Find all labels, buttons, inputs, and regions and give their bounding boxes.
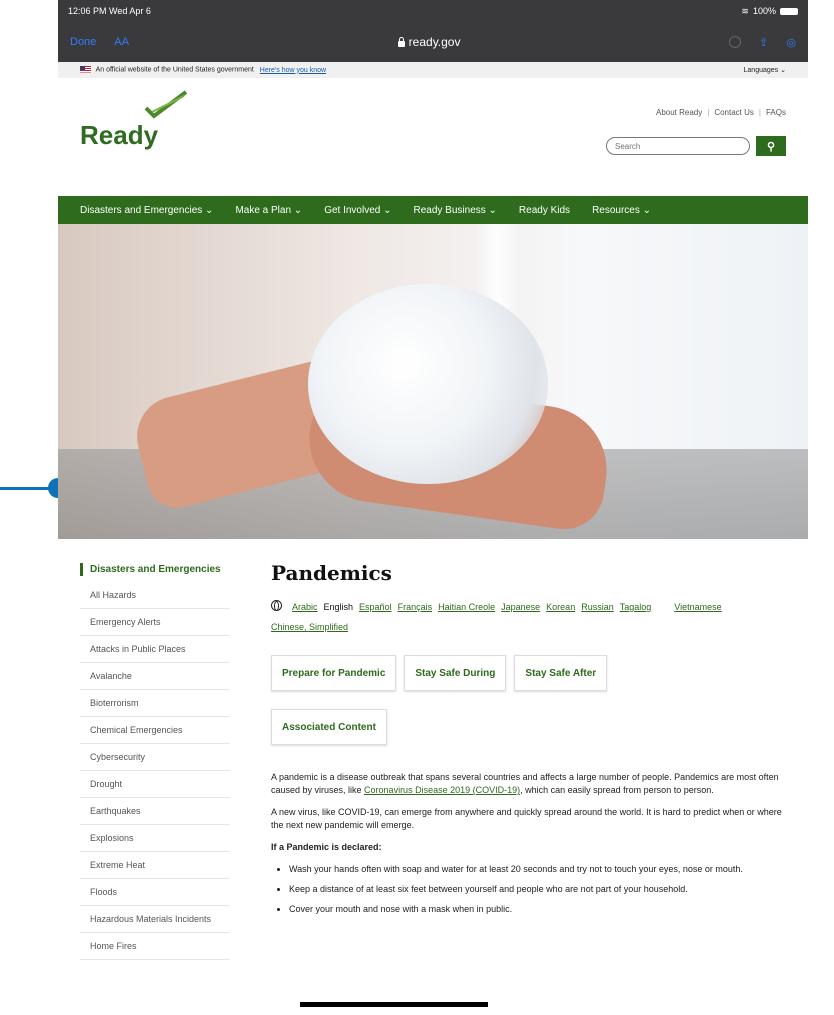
nav-resources[interactable]: Resources ⌄ bbox=[592, 205, 651, 216]
lang-japanese[interactable]: Japanese bbox=[501, 597, 540, 617]
covid-link[interactable]: Coronavirus Disease 2019 (COVID-19) bbox=[364, 785, 520, 795]
text-size-button[interactable]: AA bbox=[114, 36, 129, 48]
lang-english: English bbox=[323, 602, 354, 612]
divider: | bbox=[707, 108, 710, 117]
gov-banner-text: An official website of the United States… bbox=[95, 66, 254, 74]
lang-french[interactable]: Français bbox=[398, 597, 433, 617]
url-text: ready.gov bbox=[408, 35, 461, 49]
paragraph-text: , which can easily spread from person to… bbox=[520, 785, 714, 795]
sidebar-item-avalanche[interactable]: Avalanche bbox=[80, 663, 230, 690]
nav-disasters[interactable]: Disasters and Emergencies ⌄ bbox=[80, 205, 213, 216]
article-body: A pandemic is a disease outbreak that sp… bbox=[271, 771, 791, 916]
sidebar: Disasters and Emergencies All Hazards Em… bbox=[80, 563, 230, 960]
main-nav: Disasters and Emergencies ⌄ Make a Plan … bbox=[58, 196, 808, 224]
faqs-link[interactable]: FAQs bbox=[766, 108, 786, 117]
battery-icon bbox=[780, 7, 798, 15]
main-content: Pandemics Arabic English Español Françai… bbox=[271, 561, 791, 923]
lang-spanish[interactable]: Español bbox=[359, 597, 392, 617]
search-input[interactable] bbox=[606, 137, 750, 155]
sidebar-item-all-hazards[interactable]: All Hazards bbox=[80, 582, 230, 609]
tab-stay-safe-during[interactable]: Stay Safe During bbox=[404, 655, 507, 691]
lock-icon bbox=[397, 36, 405, 47]
lang-russian[interactable]: Russian bbox=[581, 597, 614, 617]
list-item: Keep a distance of at least six feet bet… bbox=[289, 883, 791, 896]
sidebar-item-bioterrorism[interactable]: Bioterrorism bbox=[80, 690, 230, 717]
tab-stay-safe-after[interactable]: Stay Safe After bbox=[514, 655, 608, 691]
tab-associated-content[interactable]: Associated Content bbox=[271, 709, 387, 745]
gov-banner-left: An official website of the United States… bbox=[80, 66, 326, 74]
hero-soap-foam bbox=[308, 284, 548, 484]
redaction-bar bbox=[300, 1002, 488, 1007]
sidebar-item-emergency-alerts[interactable]: Emergency Alerts bbox=[80, 609, 230, 636]
search-box: ⚲ bbox=[606, 136, 786, 156]
site-header: Ready About Ready | Contact Us | FAQs ⚲ bbox=[58, 78, 808, 196]
search-button[interactable]: ⚲ bbox=[756, 136, 786, 156]
sidebar-item-explosions[interactable]: Explosions bbox=[80, 825, 230, 852]
about-link[interactable]: About Ready bbox=[656, 108, 702, 117]
sidebar-item-cybersecurity[interactable]: Cybersecurity bbox=[80, 744, 230, 771]
address-field[interactable]: ready.gov bbox=[397, 35, 461, 49]
sidebar-item-home-fires[interactable]: Home Fires bbox=[80, 933, 230, 960]
section-tabs: Prepare for Pandemic Stay Safe During St… bbox=[271, 655, 691, 755]
toolbar-right: ⇪ ◎ bbox=[729, 36, 796, 49]
sidebar-title[interactable]: Disasters and Emergencies bbox=[80, 563, 230, 576]
chevron-down-icon: ⌄ bbox=[780, 67, 786, 74]
lang-tagalog[interactable]: Tagalog bbox=[620, 597, 652, 617]
sidebar-item-drought[interactable]: Drought bbox=[80, 771, 230, 798]
status-time: 12:06 PM Wed Apr 6 bbox=[68, 6, 151, 16]
ipad-browser: 12:06 PM Wed Apr 6 ≋ 100% Done AA ready.… bbox=[58, 0, 808, 1015]
wifi-icon: ≋ bbox=[741, 5, 749, 16]
sidebar-item-hazmat[interactable]: Hazardous Materials Incidents bbox=[80, 906, 230, 933]
lang-chinese[interactable]: Chinese, Simplified bbox=[271, 617, 348, 637]
battery-text: 100% bbox=[752, 6, 776, 16]
done-button[interactable]: Done bbox=[70, 36, 96, 48]
us-flag-icon bbox=[80, 66, 91, 74]
bullet-list: Wash your hands often with soap and wate… bbox=[289, 863, 791, 916]
utility-links: About Ready | Contact Us | FAQs bbox=[656, 108, 786, 117]
language-list: Arabic English Español Français Haitian … bbox=[271, 597, 791, 637]
sidebar-item-floods[interactable]: Floods bbox=[80, 879, 230, 906]
list-item: Cover your mouth and nose with a mask wh… bbox=[289, 903, 791, 916]
status-bar: 12:06 PM Wed Apr 6 ≋ 100% bbox=[58, 0, 808, 22]
globe-icon bbox=[271, 600, 282, 611]
logo-text: Ready bbox=[80, 120, 159, 150]
ready-logo[interactable]: Ready bbox=[80, 90, 188, 151]
reload-icon[interactable] bbox=[729, 36, 742, 48]
browser-toolbar: Done AA ready.gov ⇪ ◎ bbox=[58, 22, 808, 62]
toolbar-left: Done AA bbox=[70, 36, 129, 48]
nav-make-plan[interactable]: Make a Plan ⌄ bbox=[235, 205, 302, 216]
section-heading: If a Pandemic is declared: bbox=[271, 842, 382, 852]
nav-get-involved[interactable]: Get Involved ⌄ bbox=[324, 205, 391, 216]
sidebar-item-earthquakes[interactable]: Earthquakes bbox=[80, 798, 230, 825]
page-title: Pandemics bbox=[271, 561, 392, 585]
lang-korean[interactable]: Korean bbox=[546, 597, 575, 617]
languages-label: Languages bbox=[743, 67, 779, 74]
tab-prepare[interactable]: Prepare for Pandemic bbox=[271, 655, 397, 691]
nav-ready-business[interactable]: Ready Business ⌄ bbox=[414, 205, 497, 216]
divider: | bbox=[758, 108, 761, 117]
search-icon: ⚲ bbox=[766, 140, 776, 153]
lang-vietnamese[interactable]: Vietnamese bbox=[674, 597, 721, 617]
how-you-know-link[interactable]: Here's how you know bbox=[260, 67, 326, 74]
paragraph: A pandemic is a disease outbreak that sp… bbox=[271, 771, 791, 797]
lang-arabic[interactable]: Arabic bbox=[292, 597, 318, 617]
nav-ready-kids[interactable]: Ready Kids bbox=[519, 205, 570, 216]
checkmark-logo-icon bbox=[144, 90, 188, 119]
languages-menu[interactable]: Languages ⌄ bbox=[744, 66, 786, 74]
share-icon[interactable]: ⇪ bbox=[759, 36, 768, 49]
sidebar-item-chemical[interactable]: Chemical Emergencies bbox=[80, 717, 230, 744]
lang-haitian-creole[interactable]: Haitian Creole bbox=[438, 597, 495, 617]
sidebar-item-extreme-heat[interactable]: Extreme Heat bbox=[80, 852, 230, 879]
status-right: ≋ 100% bbox=[741, 6, 798, 17]
sidebar-item-attacks[interactable]: Attacks in Public Places bbox=[80, 636, 230, 663]
paragraph: A new virus, like COVID-19, can emerge f… bbox=[271, 807, 782, 830]
compass-icon[interactable]: ◎ bbox=[786, 36, 796, 49]
hero-image bbox=[58, 224, 808, 539]
contact-link[interactable]: Contact Us bbox=[714, 108, 754, 117]
gov-banner: An official website of the United States… bbox=[58, 62, 808, 78]
list-item: Wash your hands often with soap and wate… bbox=[289, 863, 791, 876]
